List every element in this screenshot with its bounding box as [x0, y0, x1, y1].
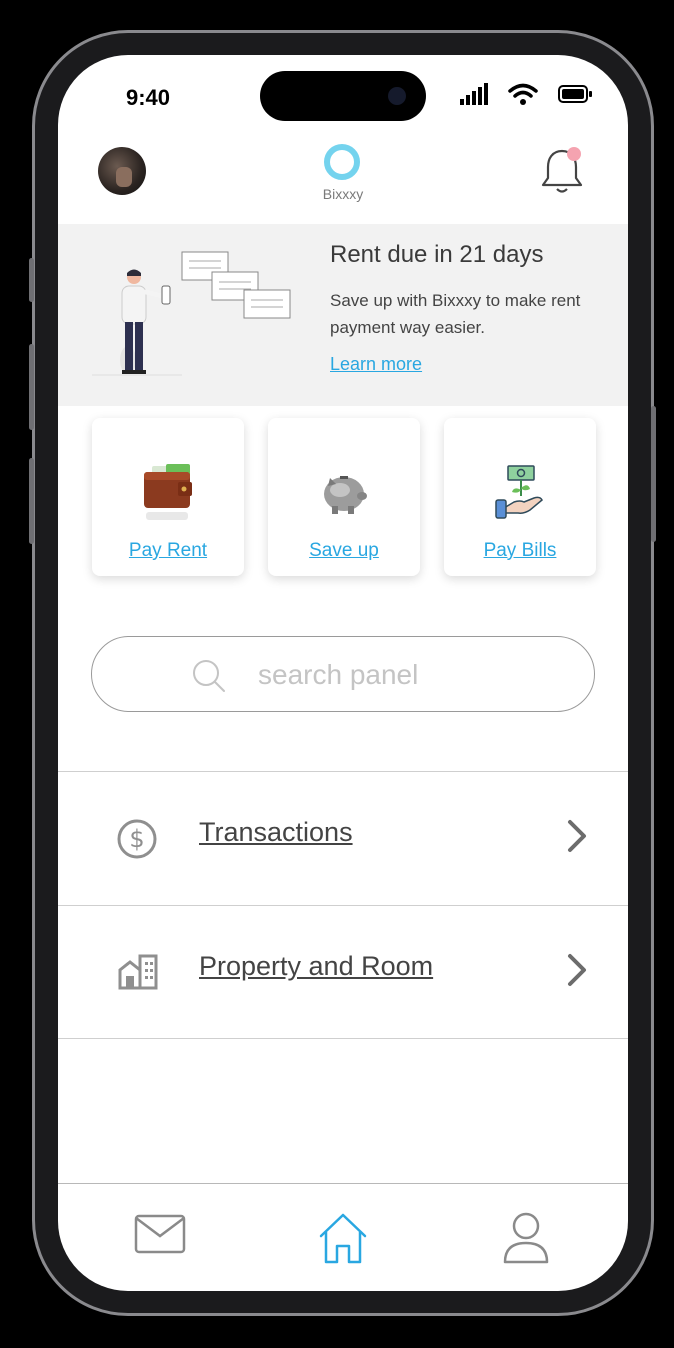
battery-icon — [558, 85, 592, 103]
status-icons — [460, 83, 592, 105]
transactions-label: Transactions — [199, 817, 353, 847]
dynamic-island — [260, 71, 426, 121]
app-logo — [324, 144, 360, 180]
menu-item-transactions[interactable]: $ Transactions — [58, 771, 628, 905]
volume-up-button — [29, 344, 34, 430]
person-with-documents-illustration — [92, 251, 291, 376]
learn-more-link[interactable]: Learn more — [330, 354, 422, 375]
app-name: Bixxxy — [322, 186, 364, 202]
cellular-signal-icon — [460, 83, 488, 105]
wifi-icon — [508, 83, 538, 105]
avatar[interactable] — [98, 147, 146, 195]
piggy-bank-icon — [324, 476, 367, 514]
notification-dot — [567, 147, 581, 161]
banner-text: Save up with Bixxxy to make rent payment… — [330, 291, 581, 337]
user-icon[interactable] — [502, 1212, 550, 1264]
search-input[interactable] — [256, 655, 560, 695]
chevron-right-icon — [568, 954, 586, 986]
wallet-icon — [144, 464, 192, 520]
volume-down-button — [29, 458, 34, 544]
silent-switch — [29, 258, 34, 302]
svg-text:$: $ — [129, 825, 144, 853]
menu-item-property-and-room[interactable]: Property and Room — [58, 905, 628, 1039]
pay-bills-card[interactable]: Pay Bills — [444, 418, 596, 576]
search-bar[interactable] — [91, 636, 595, 712]
building-icon — [118, 954, 158, 990]
banner-title: Rent due in 21 days — [330, 241, 544, 268]
save-up-label: Save up — [309, 540, 379, 561]
money-hand-icon — [495, 465, 543, 519]
tab-bar — [58, 1183, 628, 1291]
status-time: 9:40 — [126, 85, 171, 110]
chevron-right-icon — [568, 820, 586, 852]
home-icon[interactable] — [317, 1212, 369, 1264]
search-icon — [193, 660, 225, 692]
dollar-circle-icon: $ — [117, 819, 157, 859]
pay-rent-card[interactable]: Pay Rent — [92, 418, 244, 576]
screen: 9:40 Bixxxy Rent due in 21 days Save up … — [58, 55, 628, 1291]
mail-icon[interactable] — [134, 1212, 186, 1256]
notification-bell-icon[interactable] — [540, 145, 590, 195]
pay-rent-label: Pay Rent — [128, 540, 208, 561]
save-up-card[interactable]: Save up — [268, 418, 420, 576]
pay-bills-label: Pay Bills — [483, 540, 557, 561]
power-button — [651, 406, 656, 542]
property-and-room-label: Property and Room — [199, 951, 434, 981]
